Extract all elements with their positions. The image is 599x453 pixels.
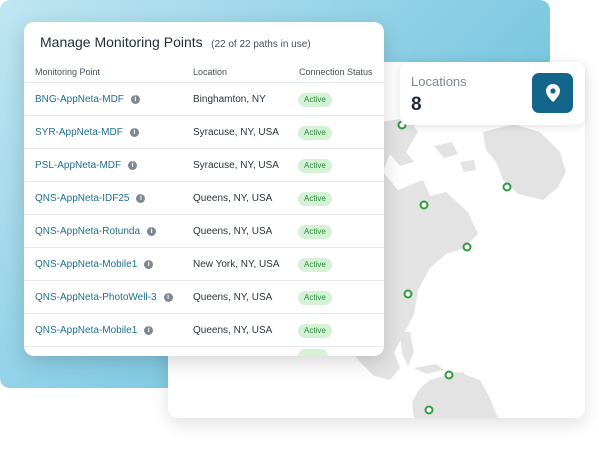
monitoring-point-link[interactable]: QNS-AppNeta-IDF25 (35, 193, 129, 204)
column-header-connection-status[interactable]: Connection Status (299, 67, 373, 77)
map-marker (403, 289, 413, 299)
table-row[interactable]: QNS-AppNeta-PhotoWell-3 i Queens, NY, USA… (24, 281, 384, 314)
status-badge: Active (298, 258, 332, 272)
monitoring-point-link[interactable]: QNS-AppNeta-Mobile1 (35, 325, 137, 336)
map-pin-icon (545, 84, 560, 102)
info-icon[interactable]: i (147, 227, 157, 236)
table-title: Manage Monitoring Points (40, 34, 203, 50)
locations-title: Locations (411, 74, 467, 89)
location-cell: Queens, NY, USA (193, 193, 273, 204)
map-marker (444, 370, 454, 380)
table-row[interactable]: QNS-AppNeta-Mobile1 i Queens, NY, USA Act… (24, 314, 384, 347)
table-row[interactable]: QNS-AppNeta-Rotunda i Queens, NY, USA Act… (24, 215, 384, 248)
column-header-monitoring-point[interactable]: Monitoring Point (35, 67, 100, 77)
map-marker (462, 242, 472, 252)
status-badge: Active (298, 324, 332, 338)
location-cell: New York, NY, USA (193, 259, 280, 270)
status-badge: Active (298, 93, 332, 107)
status-badge: Active (298, 126, 332, 140)
location-cell: Queens, NY, USA (193, 325, 273, 336)
info-icon[interactable]: i (129, 128, 139, 137)
monitoring-point-link[interactable]: QNS-AppNeta-PhotoWell-3 (35, 292, 157, 303)
status-badge: Active (298, 291, 332, 305)
monitoring-point-link[interactable]: QNS-AppNeta-Rotunda (35, 226, 140, 237)
info-icon[interactable]: i (128, 161, 138, 170)
location-cell: Queens, NY, USA (193, 226, 273, 237)
info-icon[interactable]: i (163, 293, 173, 302)
table-subtitle: (22 of 22 paths in use) (211, 39, 311, 50)
table-row-partial[interactable] (24, 347, 384, 356)
status-badge: Active (298, 159, 332, 173)
info-icon[interactable]: i (144, 260, 154, 269)
locations-map-button[interactable] (532, 73, 573, 113)
location-cell: Syracuse, NY, USA (193, 127, 279, 138)
locations-count: 8 (411, 94, 422, 115)
status-badge-partial (298, 349, 328, 356)
info-icon[interactable]: i (130, 95, 140, 104)
table-row[interactable]: SYR-AppNeta-MDF i Syracuse, NY, USA Activ… (24, 116, 384, 149)
table-row[interactable]: QNS-AppNeta-IDF25 i Queens, NY, USA Activ… (24, 182, 384, 215)
table-row[interactable]: BNG-AppNeta-MDF i Binghamton, NY Active (24, 83, 384, 116)
monitoring-point-link[interactable]: QNS-AppNeta-Mobile1 (35, 259, 137, 270)
table-row[interactable]: QNS-AppNeta-Mobile1 i New York, NY, USA A… (24, 248, 384, 281)
monitoring-point-link[interactable]: SYR-AppNeta-MDF (35, 127, 123, 138)
location-cell: Queens, NY, USA (193, 292, 273, 303)
map-marker (502, 182, 512, 192)
monitoring-point-link[interactable]: PSL-AppNeta-MDF (35, 160, 121, 171)
map-marker (419, 200, 429, 210)
status-badge: Active (298, 225, 332, 239)
column-header-location[interactable]: Location (193, 67, 227, 77)
status-badge: Active (298, 192, 332, 206)
monitoring-point-link[interactable]: BNG-AppNeta-MDF (35, 94, 124, 105)
location-cell: Binghamton, NY (193, 94, 266, 105)
table-header: Manage Monitoring Points (22 of 22 paths… (40, 34, 311, 52)
info-icon[interactable]: i (144, 326, 154, 335)
info-icon[interactable]: i (136, 194, 146, 203)
locations-summary-card: Locations 8 (400, 62, 585, 125)
location-cell: Syracuse, NY, USA (193, 160, 279, 171)
monitoring-points-table-card: Manage Monitoring Points (22 of 22 paths… (24, 22, 384, 356)
map-marker (424, 405, 434, 415)
table-row[interactable]: PSL-AppNeta-MDF i Syracuse, NY, USA Activ… (24, 149, 384, 182)
